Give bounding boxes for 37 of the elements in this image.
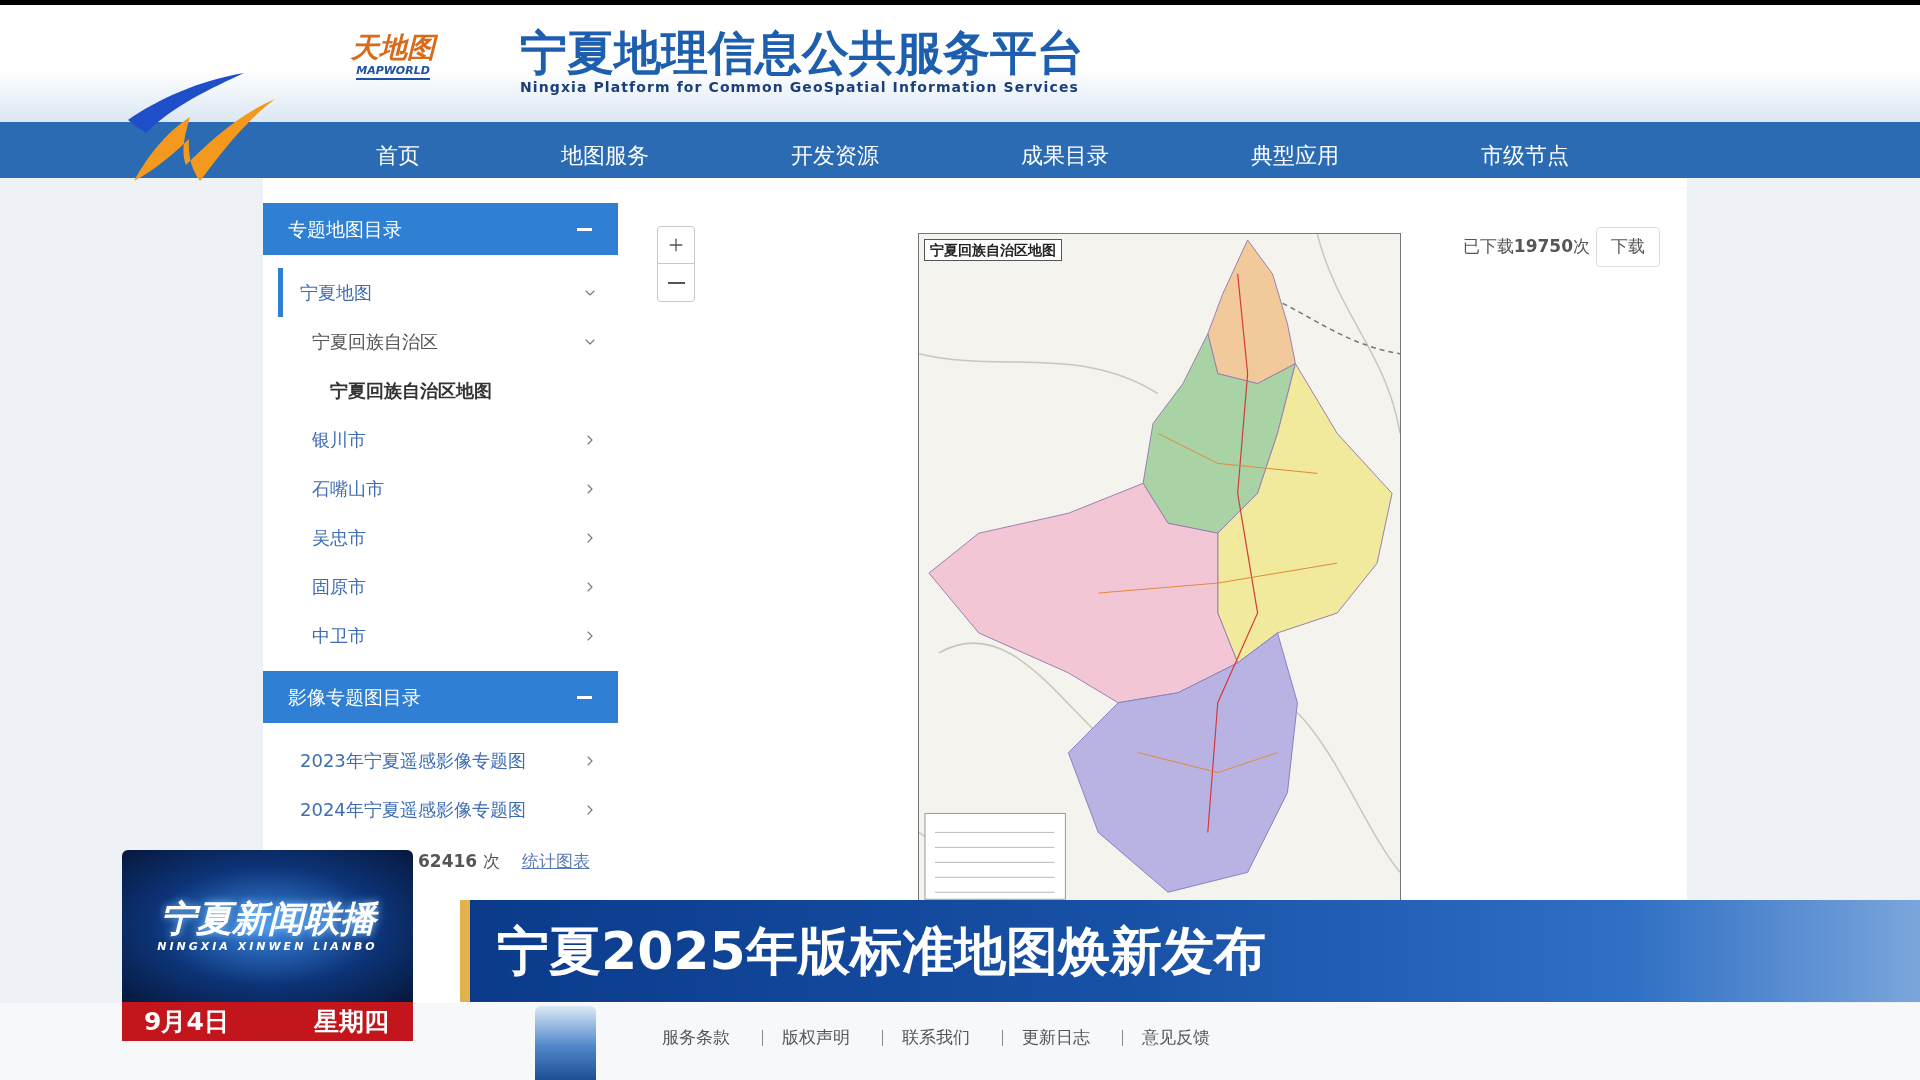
- nav-link[interactable]: 典型应用: [1180, 138, 1410, 172]
- tree-item[interactable]: 银川市: [263, 415, 618, 464]
- minus-icon: [667, 281, 685, 284]
- tree-item[interactable]: 宁夏回族自治区地图: [263, 366, 618, 415]
- nav-link[interactable]: 市级节点: [1410, 138, 1640, 172]
- tree-item[interactable]: 石嘴山市: [263, 464, 618, 513]
- site-subtitle: Ningxia Platform for Common GeoSpatial Information Services: [520, 79, 1080, 96]
- tree-item[interactable]: 宁夏地图: [263, 268, 618, 317]
- footer-link[interactable]: 更新日志: [1022, 1025, 1090, 1051]
- site-title: 宁夏地理信息公共服务平台: [520, 27, 1084, 79]
- section-header[interactable]: 影像专题图目录: [263, 671, 618, 723]
- nav-link[interactable]: 成果目录: [950, 138, 1180, 172]
- footer-link[interactable]: 服务条款: [662, 1025, 730, 1051]
- headline-text: 宁夏2025年版标准地图焕新发布: [497, 920, 1266, 983]
- download-count: 已下载19750次: [1462, 235, 1590, 259]
- tree-item[interactable]: 2023年宁夏遥感影像专题图: [263, 736, 618, 785]
- tree-item[interactable]: 2024年宁夏遥感影像专题图: [263, 785, 618, 834]
- nav-link[interactable]: 地图服务: [490, 138, 720, 172]
- footer-link[interactable]: 联系我们: [902, 1025, 970, 1051]
- broadcast-date: 9月4日: [144, 1005, 229, 1038]
- tree-item[interactable]: 吴忠市: [263, 513, 618, 562]
- broadcast-weekday: 星期四: [314, 1005, 389, 1038]
- statistics-link[interactable]: 统计图表: [521, 849, 590, 875]
- nav-link[interactable]: 开发资源: [720, 138, 950, 172]
- footer-link[interactable]: 意见反馈: [1142, 1025, 1210, 1051]
- tree-item[interactable]: 固原市: [263, 562, 618, 611]
- logo-latin: MAPWORLD: [356, 63, 430, 80]
- map-title: 宁夏回族自治区地图: [924, 239, 1062, 261]
- visit-count: 62416 次: [418, 850, 500, 874]
- nav-link[interactable]: 首页: [306, 138, 490, 172]
- download-button[interactable]: 下载: [1596, 227, 1660, 267]
- channel-logo-icon: [128, 73, 275, 184]
- section-header[interactable]: 专题地图目录: [263, 203, 618, 255]
- tree-item[interactable]: 中卫市: [263, 611, 618, 660]
- program-latin-name: NINGXIA XINWEN LIANBO: [157, 940, 378, 954]
- tree-item[interactable]: 宁夏回族自治区: [263, 317, 618, 366]
- footer-link[interactable]: 版权声明: [782, 1025, 850, 1051]
